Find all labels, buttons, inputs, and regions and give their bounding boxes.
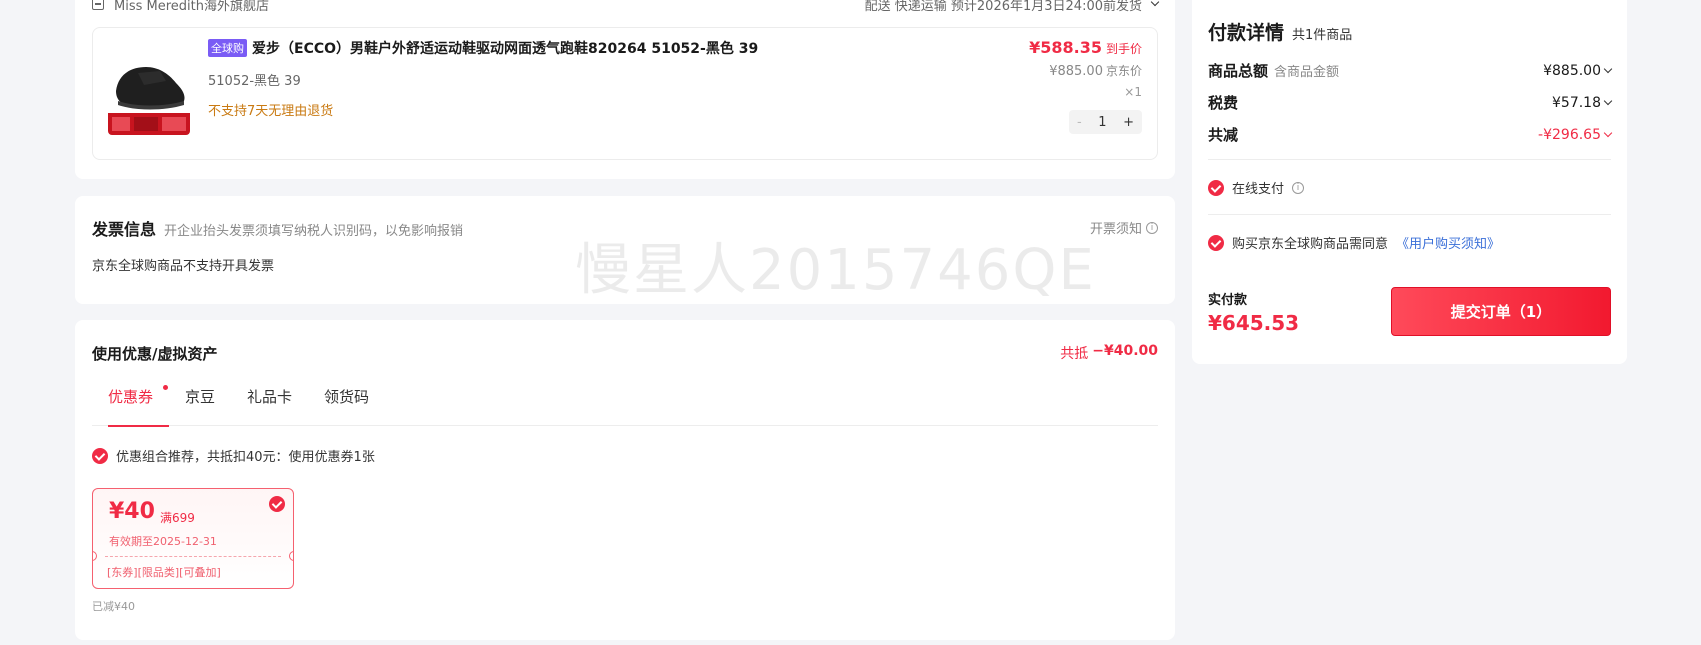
quantity-stepper: - 1 +: [1069, 110, 1142, 134]
invoice-tip: 开企业抬头发票须填写纳税人识别码，以免影响报销: [164, 224, 464, 239]
decrement-button[interactable]: -: [1077, 115, 1082, 130]
checkmark-icon[interactable]: [269, 496, 285, 512]
chevron-down-icon: [1603, 128, 1613, 137]
online-pay-text: 在线支付: [1232, 182, 1285, 197]
info-icon[interactable]: i: [1292, 181, 1305, 194]
goods-total-amount: ¥885.00: [1543, 62, 1601, 79]
coupon-total-value: −¥40.00: [1092, 343, 1158, 359]
jd-price: ¥885.00 京东价: [1049, 62, 1142, 79]
tax-label: 税费: [1208, 94, 1239, 112]
store-name[interactable]: Miss Meredith海外旗舰店: [114, 0, 269, 14]
delivery-text: 配送 快递运输 预计2026年1月3日24:00前发货: [864, 0, 1142, 14]
coupon-total: 共抵 −¥40.00: [1060, 343, 1158, 363]
actual-pay-label: 实付款: [1208, 293, 1248, 308]
tab-label: 京豆: [185, 388, 216, 406]
notification-dot: [163, 385, 169, 390]
final-price-label: 到手价: [1105, 42, 1142, 56]
tab-jingdou[interactable]: 京豆: [169, 382, 231, 426]
return-policy: 不支持7天无理由退货: [208, 104, 334, 119]
coupon-total-label: 共抵: [1060, 346, 1089, 362]
tab-label: 优惠券: [108, 388, 154, 406]
divider: [1208, 159, 1611, 160]
chevron-down-icon: [1603, 64, 1613, 73]
product-item: 全球购 爱步（ECCO）男鞋户外舒适运动鞋驱动网面透气跑鞋820264 5105…: [92, 27, 1158, 160]
agreement-row[interactable]: 购买京东全球购商品需同意 《用户购买须知》: [1208, 233, 1500, 252]
discount-amount: -¥296.65: [1538, 126, 1601, 143]
store-row: Miss Meredith海外旗舰店 配送 快递运输 预计2026年1月3日24…: [92, 0, 1160, 14]
submit-order-button[interactable]: 提交订单（1）: [1391, 287, 1611, 336]
coupon-ticket[interactable]: ¥40 满699 有效期至2025-12-31 [东券][限品类][可叠加]: [92, 488, 294, 589]
product-image[interactable]: [108, 45, 190, 135]
discount-row[interactable]: 共减 -¥296.65: [1208, 124, 1613, 145]
product-spec: 51052-黑色 39: [208, 74, 301, 89]
discount-value: -¥296.65: [1538, 126, 1613, 143]
coupon-section-title: 使用优惠/虚拟资产: [92, 345, 218, 363]
jd-price-value: ¥885.00: [1049, 64, 1103, 79]
tax-value: ¥57.18: [1552, 94, 1613, 111]
recommendation-text: 优惠组合推荐，共抵扣40元：使用优惠券1张: [116, 450, 375, 465]
tax-row[interactable]: 税费 ¥57.18: [1208, 92, 1613, 113]
coupon-card: 使用优惠/虚拟资产 共抵 −¥40.00 优惠券 京豆 礼品卡 领货码 优惠组合…: [75, 320, 1175, 640]
payment-panel: 付款详情 共1件商品 商品总额 含商品金额 ¥885.00 税费 ¥57.18 …: [1192, 0, 1627, 364]
invoice-notice-text: 开票须知: [1089, 222, 1142, 237]
goods-total-row[interactable]: 商品总额 含商品金额 ¥885.00: [1208, 60, 1613, 81]
tab-gift-card[interactable]: 礼品卡: [231, 382, 308, 426]
checkmark-icon[interactable]: [1208, 234, 1224, 251]
checkmark-icon[interactable]: [92, 447, 108, 464]
tax-amount: ¥57.18: [1552, 94, 1601, 111]
tab-label: 礼品卡: [247, 388, 293, 406]
divider: [1208, 214, 1611, 215]
coupon-notch-left: [93, 551, 97, 561]
goods-total-sub: 含商品金额: [1274, 65, 1340, 80]
agreement-link[interactable]: 《用户购买须知》: [1396, 233, 1500, 252]
actual-pay-price: ¥645.53: [1208, 311, 1300, 335]
product-title-text: 爱步（ECCO）男鞋户外舒适运动鞋驱动网面透气跑鞋820264 51052-黑色…: [252, 41, 759, 57]
invoice-title: 发票信息: [92, 220, 157, 239]
coupon-condition: 满699: [160, 511, 195, 525]
invoice-notice-link[interactable]: 开票须知 i: [1090, 218, 1158, 237]
invoice-body: 京东全球购商品不支持开具发票: [92, 259, 275, 274]
final-price-value: ¥588.35: [1029, 38, 1102, 57]
increment-button[interactable]: +: [1123, 115, 1134, 130]
discount-label: 共减: [1208, 126, 1239, 144]
invoice-card: 发票信息 开企业抬头发票须填写纳税人识别码，以免影响报销 开票须知 i 京东全球…: [75, 196, 1175, 304]
jd-price-label: 京东价: [1105, 64, 1142, 78]
coupon-notch-right: [289, 551, 293, 561]
item-count: 共1件商品: [1292, 28, 1353, 43]
online-pay-option[interactable]: 在线支付 i: [1208, 178, 1305, 197]
store-icon: [92, 0, 104, 10]
coupon-validity: 有效期至2025-12-31: [109, 535, 217, 548]
tab-coupons[interactable]: 优惠券: [92, 382, 170, 427]
payment-header: 付款详情 共1件商品: [1208, 18, 1352, 45]
global-purchase-badge: 全球购: [208, 39, 247, 57]
coupon-tags: [东券][限品类][可叠加]: [107, 566, 221, 579]
product-card: Miss Meredith海外旗舰店 配送 快递运输 预计2026年1月3日24…: [75, 0, 1175, 179]
coupon-amount: ¥40: [109, 499, 155, 524]
invoice-header: 发票信息 开企业抬头发票须填写纳税人识别码，以免影响报销: [92, 216, 463, 240]
coupon-divider: [105, 556, 281, 557]
checkmark-icon[interactable]: [1208, 179, 1224, 196]
recommendation-row[interactable]: 优惠组合推荐，共抵扣40元：使用优惠券1张: [92, 446, 375, 465]
quantity-value[interactable]: 1: [1098, 115, 1106, 130]
quantity-label: ×1: [1124, 85, 1142, 99]
reduced-amount: 已减¥40: [92, 600, 135, 613]
goods-total-value: ¥885.00: [1543, 62, 1613, 79]
agreement-text: 购买京东全球购商品需同意: [1232, 237, 1389, 252]
final-price: ¥588.35 到手价: [1029, 38, 1142, 57]
chevron-down-icon: [1603, 96, 1613, 105]
coupon-tabs: 优惠券 京豆 礼品卡 领货码: [92, 382, 1158, 427]
delivery-info[interactable]: 配送 快递运输 预计2026年1月3日24:00前发货: [864, 0, 1160, 14]
payment-title: 付款详情: [1208, 22, 1285, 44]
tab-label: 领货码: [324, 388, 370, 406]
info-icon: i: [1146, 221, 1158, 234]
product-title[interactable]: 全球购 爱步（ECCO）男鞋户外舒适运动鞋驱动网面透气跑鞋820264 5105…: [208, 38, 758, 58]
tab-redeem-code[interactable]: 领货码: [308, 382, 385, 426]
goods-total-label: 商品总额: [1208, 62, 1269, 80]
chevron-down-icon: [1150, 0, 1160, 7]
